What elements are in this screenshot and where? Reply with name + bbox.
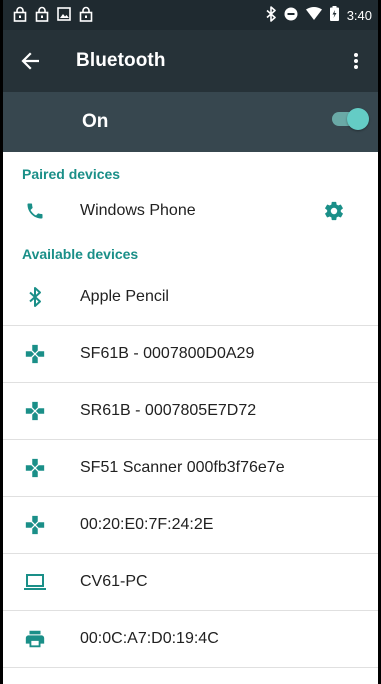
device-name: 00:20:E0:7F:24:2E [80, 516, 214, 533]
status-bar: 3:40 [3, 0, 378, 30]
available-device-row[interactable]: CV61-PC [3, 554, 378, 611]
toggle-label: On [82, 111, 109, 132]
section-header-paired: Paired devices [22, 166, 121, 182]
section-header-available: Available devices [22, 246, 139, 262]
switch-knob [347, 108, 369, 130]
wifi-icon [305, 7, 322, 23]
status-left-icons [13, 6, 93, 25]
available-device-row[interactable]: SF51 Scanner 000fb3f76e7e [3, 440, 378, 497]
image-icon [57, 6, 71, 24]
battery-icon [329, 6, 339, 24]
lock-icon [13, 6, 27, 25]
gamepad-icon [22, 512, 48, 538]
device-name: CV61-PC [80, 573, 148, 590]
available-device-row[interactable]: Apple Pencil [3, 269, 378, 326]
dnd-icon [284, 7, 298, 24]
bluetooth-icon [266, 5, 276, 25]
available-device-row[interactable]: SF61B - 0007800D0A29 [3, 326, 378, 383]
gear-icon[interactable] [322, 199, 346, 223]
printer-icon [22, 626, 48, 652]
device-name: SR61B - 0007805E7D72 [80, 402, 257, 419]
device-name: SF61B - 0007800D0A29 [80, 345, 255, 362]
screen-frame: 3:40 Bluetooth On Paired devices Windows… [0, 0, 381, 684]
gamepad-icon [22, 341, 48, 367]
bluetooth-toggle-row[interactable]: On [3, 92, 378, 152]
device-name: Windows Phone [80, 201, 196, 219]
lock-icon [79, 6, 93, 25]
device-name: SF51 Scanner 000fb3f76e7e [80, 459, 285, 476]
lock-icon [35, 6, 49, 25]
available-device-row[interactable]: 00:20:E0:7F:24:2E [3, 497, 378, 554]
clock: 3:40 [346, 7, 372, 23]
bluetooth-icon [22, 284, 48, 310]
gamepad-icon [22, 398, 48, 424]
available-device-row[interactable]: SR61B - 0007805E7D72 [3, 383, 378, 440]
paired-device-row[interactable]: Windows Phone [3, 182, 378, 239]
device-name: Apple Pencil [80, 288, 169, 305]
overflow-menu-icon[interactable] [344, 49, 368, 73]
page-title: Bluetooth [76, 50, 166, 71]
phone-icon [22, 198, 48, 224]
back-arrow-icon[interactable] [18, 49, 42, 73]
device-name: 00:0C:A7:D0:19:4C [80, 630, 219, 647]
bluetooth-switch[interactable] [332, 108, 369, 130]
status-right-icons: 3:40 [266, 5, 372, 25]
laptop-icon [22, 569, 48, 595]
gamepad-icon [22, 455, 48, 481]
app-bar: Bluetooth [3, 30, 378, 92]
available-device-row[interactable]: 00:0C:A7:D0:19:4C [3, 611, 378, 668]
